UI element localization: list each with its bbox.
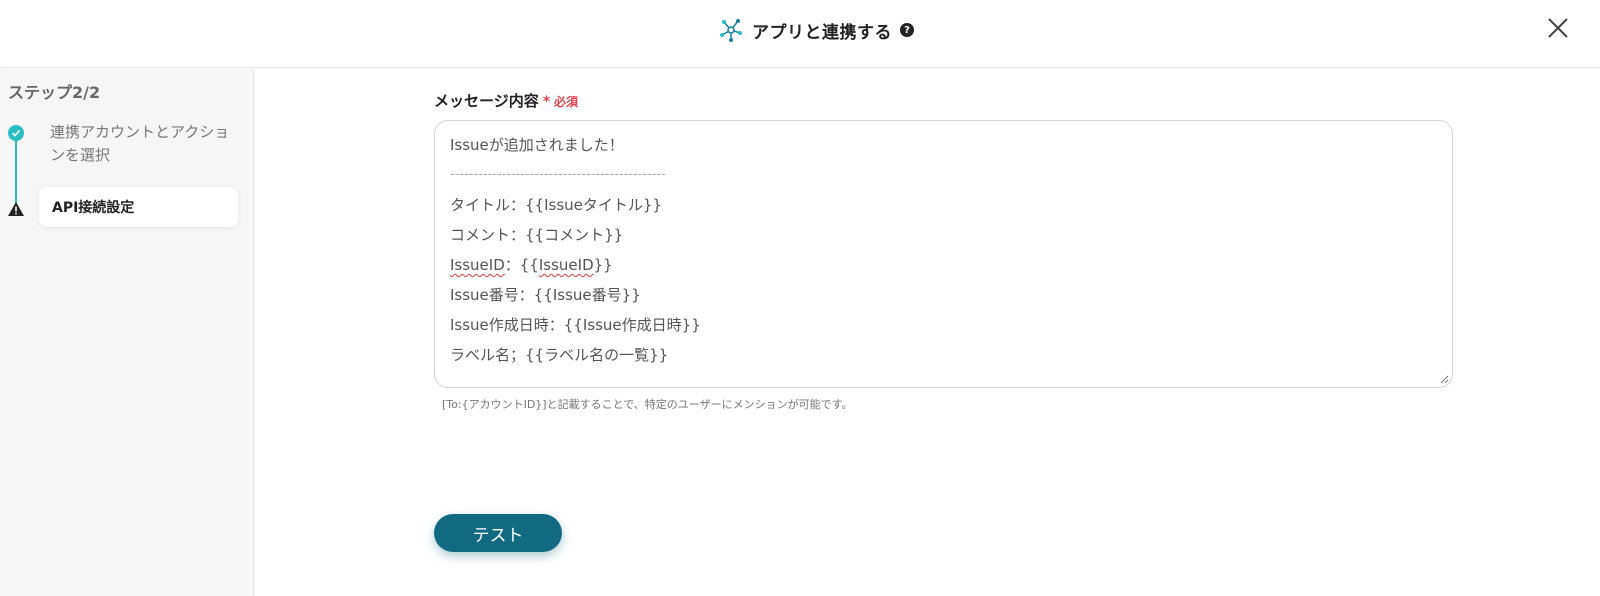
message-line: コメント：{{コメント}} [450,226,624,244]
message-line: Issueが追加されました！ [450,136,624,154]
resize-handle-icon[interactable] [1440,375,1449,384]
message-text-fragment: }} [593,256,613,274]
warning-triangle-icon [7,201,25,217]
message-line: Issue作成日時：{{Issue作成日時}} [450,316,701,334]
spellcheck-word: IssueID [450,256,505,274]
message-field-label-row: メッセージ内容 * 必須 [434,90,578,111]
required-badge: 必須 [554,95,579,109]
message-line: Issue番号：{{Issue番号}} [450,286,641,304]
check-circle-icon [8,125,24,141]
message-separator-line: ----------------------------------------… [450,167,666,182]
help-icon[interactable]: ? [900,23,914,37]
modal-title: アプリと連携する [752,22,892,43]
test-button[interactable]: テスト [434,514,562,552]
message-field-label: メッセージ内容 [434,92,539,110]
step-timeline-line [15,139,17,209]
message-line-issue-id: IssueID：{{IssueID}} [450,250,1437,280]
steps-sidebar: ステップ2/2 連携アカウントとアクションを選択 API接続設定 [0,69,254,596]
close-icon[interactable] [1546,16,1570,40]
required-star: * [542,94,551,110]
message-line: ラベル名；{{ラベル名の一覧}} [450,346,669,364]
modal-header: アプリと連携する ? [0,0,1600,68]
mention-hint: [To:{アカウントID}]と記載することで、特定のユーザーにメンションが可能で… [442,398,853,411]
sidebar-step-api-settings[interactable]: API接続設定 [39,187,238,227]
sidebar-step-select-action[interactable]: 連携アカウントとアクションを選択 [50,121,230,167]
spellcheck-word: IssueID [538,256,594,274]
message-text-fragment: ：{{ [504,256,539,274]
network-hub-icon [718,17,744,43]
message-line: タイトル：{{Issueタイトル}} [450,196,662,214]
message-textarea[interactable]: Issueが追加されました！ -------------------------… [434,120,1453,388]
modal-title-group: アプリと連携する ? [718,16,914,44]
step-counter: ステップ2/2 [8,83,101,102]
